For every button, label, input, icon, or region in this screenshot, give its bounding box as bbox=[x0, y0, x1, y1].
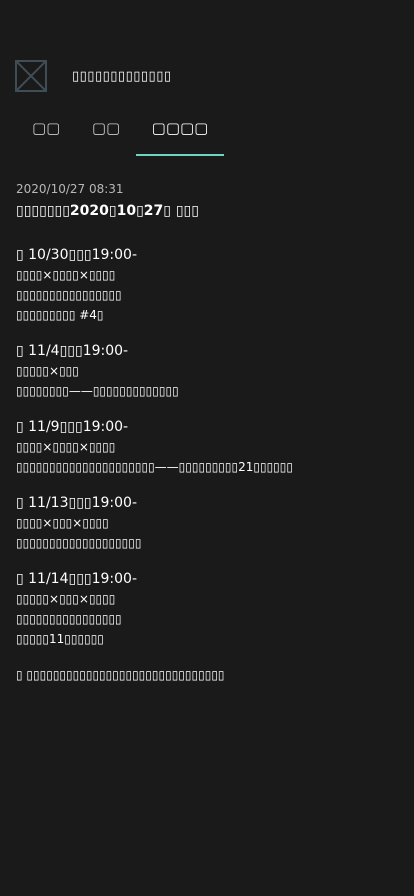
app-title: ▯▯▯▯▯▯▯▯▯▯▯▯▯ bbox=[72, 68, 172, 84]
event-datetime: ▯ 11/9▯▯▯19:00- bbox=[16, 419, 129, 435]
post-content: 2020/10/27 08:31 ▯▯▯▯▯▯▯2020▯10▯27▯ ▯▯▯ … bbox=[16, 180, 402, 685]
event-description: ▯▯▯▯▯▯▯▯▯▯▯▯▯▯▯▯▯▯▯ bbox=[16, 536, 142, 550]
event-datetime: ▯ 11/4▯▯▯19:00- bbox=[16, 343, 129, 359]
event-guests: ▯▯▯▯▯×▯▯▯ bbox=[16, 364, 79, 378]
event-description: ▯▯▯▯▯▯▯▯▯▯▯▯▯▯▯▯▯▯▯▯▯——▯▯▯▯▯▯▯▯▯21▯▯▯▯▯▯ bbox=[16, 460, 293, 474]
event-guests: ▯▯▯▯×▯▯▯▯×▯▯▯▯ bbox=[16, 440, 116, 454]
tab-1[interactable]: ▢▢ bbox=[16, 110, 76, 156]
event-datetime: ▯ 10/30▯▯▯19:00- bbox=[16, 247, 138, 263]
event-list: ▯ 10/30▯▯▯19:00- ▯▯▯▯×▯▯▯▯×▯▯▯▯ ▯▯▯▯▯▯▯▯… bbox=[16, 245, 402, 649]
event-guests: ▯▯▯▯×▯▯▯▯×▯▯▯▯ bbox=[16, 268, 116, 282]
event-description: ▯▯▯▯▯▯▯▯▯▯▯▯▯▯▯▯ bbox=[16, 288, 122, 302]
post-date: 2020/10/27 08:31 bbox=[16, 182, 124, 196]
event-datetime: ▯ 11/14▯▯▯19:00- bbox=[16, 571, 138, 587]
footer-note: ▯ ▯▯▯▯▯▯▯▯▯▯▯▯▯▯▯▯▯▯▯▯▯▯▯▯▯▯▯▯▯▯ bbox=[16, 668, 225, 682]
image-placeholder-icon[interactable] bbox=[15, 60, 47, 92]
post-title: ▯▯▯▯▯▯▯2020▯10▯27▯ ▯▯▯ bbox=[16, 203, 199, 219]
event-description: ▯▯▯▯▯▯▯▯▯ #4▯ bbox=[16, 308, 104, 322]
event-description: ▯▯▯▯▯▯▯▯——▯▯▯▯▯▯▯▯▯▯▯▯▯ bbox=[16, 384, 179, 398]
tab-3-active[interactable]: ▢▢▢▢ bbox=[136, 110, 224, 156]
event-item: ▯ 11/13▯▯▯19:00- ▯▯▯▯×▯▯▯×▯▯▯▯ ▯▯▯▯▯▯▯▯▯… bbox=[16, 493, 402, 553]
event-description: ▯▯▯▯▯11▯▯▯▯▯▯ bbox=[16, 632, 104, 646]
event-item: ▯ 10/30▯▯▯19:00- ▯▯▯▯×▯▯▯▯×▯▯▯▯ ▯▯▯▯▯▯▯▯… bbox=[16, 245, 402, 325]
event-item: ▯ 11/9▯▯▯19:00- ▯▯▯▯×▯▯▯▯×▯▯▯▯ ▯▯▯▯▯▯▯▯▯… bbox=[16, 417, 402, 477]
tab-2[interactable]: ▢▢ bbox=[76, 110, 136, 156]
event-guests: ▯▯▯▯▯×▯▯▯×▯▯▯▯ bbox=[16, 592, 116, 606]
placeholder-cross-graphic bbox=[17, 62, 45, 90]
event-datetime: ▯ 11/13▯▯▯19:00- bbox=[16, 495, 138, 511]
event-guests: ▯▯▯▯×▯▯▯×▯▯▯▯ bbox=[16, 516, 109, 530]
event-description: ▯▯▯▯▯▯▯▯▯▯▯▯▯▯▯▯ bbox=[16, 612, 122, 626]
app-header: ▯▯▯▯▯▯▯▯▯▯▯▯▯ bbox=[15, 58, 399, 94]
tab-bar: ▢▢ ▢▢ ▢▢▢▢ bbox=[16, 110, 224, 156]
event-item: ▯ 11/14▯▯▯19:00- ▯▯▯▯▯×▯▯▯×▯▯▯▯ ▯▯▯▯▯▯▯▯… bbox=[16, 569, 402, 649]
event-item: ▯ 11/4▯▯▯19:00- ▯▯▯▯▯×▯▯▯ ▯▯▯▯▯▯▯▯——▯▯▯▯… bbox=[16, 341, 402, 401]
